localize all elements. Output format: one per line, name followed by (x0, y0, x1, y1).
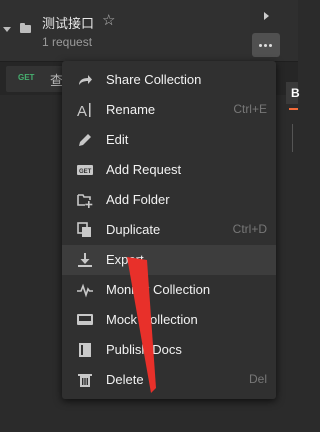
menu-item-export[interactable]: Export (62, 245, 276, 275)
menu-item-label: Monitor Collection (106, 282, 211, 297)
menu-item-label: Rename (106, 102, 156, 117)
menu-item-label: Add Request (106, 162, 182, 177)
trash-icon (76, 371, 94, 389)
menu-item-label: Duplicate (106, 222, 161, 237)
menu-item-label: Share Collection (106, 72, 202, 87)
panel-divider (292, 124, 293, 152)
duplicate-icon (76, 221, 94, 239)
collection-context-menu: Share Collection A Rename Ctrl+E Edit GE… (62, 61, 276, 399)
more-options-button[interactable] (252, 33, 280, 57)
menu-item-shortcut: Del (248, 372, 267, 386)
menu-item-publish-docs[interactable]: Publish Docs (62, 335, 276, 365)
docs-icon (76, 341, 94, 359)
menu-item-add-request[interactable]: GET Add Request (62, 155, 276, 185)
dot-icon (259, 44, 262, 47)
menu-item-monitor-collection[interactable]: Monitor Collection (62, 275, 276, 305)
svg-text:A: A (77, 103, 87, 119)
svg-text:GET: GET (79, 169, 92, 175)
rename-icon: A (76, 101, 94, 119)
caret-down-icon[interactable] (3, 27, 11, 32)
add-folder-icon (76, 191, 94, 209)
menu-item-shortcut: Ctrl+E (233, 102, 267, 116)
get-request-icon: GET (76, 161, 94, 179)
menu-item-shortcut: Ctrl+D (232, 222, 267, 236)
folder-icon (20, 23, 31, 33)
menu-item-label: Edit (106, 132, 129, 147)
menu-item-delete[interactable]: Delete Del (62, 365, 276, 395)
menu-item-duplicate[interactable]: Duplicate Ctrl+D (62, 215, 276, 245)
monitor-icon (76, 281, 94, 299)
menu-item-share-collection[interactable]: Share Collection (62, 65, 276, 95)
dot-icon (269, 44, 272, 47)
collection-request-count: 1 request (42, 35, 93, 49)
menu-item-edit[interactable]: Edit (62, 125, 276, 155)
side-tab-label: B (291, 86, 300, 100)
active-tab-underline (289, 108, 298, 110)
menu-item-mock-collection[interactable]: Mock Collection (62, 305, 276, 335)
menu-item-add-folder[interactable]: Add Folder (62, 185, 276, 215)
download-icon (76, 251, 94, 269)
menu-item-label: Delete (106, 372, 144, 387)
menu-item-label: Publish Docs (106, 342, 182, 357)
expand-arrow-icon[interactable] (258, 6, 274, 26)
star-icon[interactable]: ☆ (102, 11, 115, 29)
menu-item-label: Export (106, 252, 144, 267)
menu-item-label: Mock Collection (106, 312, 198, 327)
menu-item-label: Add Folder (106, 192, 170, 207)
method-badge: GET (18, 73, 35, 82)
share-icon (76, 71, 94, 89)
pencil-icon (76, 131, 94, 149)
dot-icon (264, 44, 267, 47)
collection-name[interactable]: 测试接口 (42, 13, 94, 32)
menu-item-rename[interactable]: A Rename Ctrl+E (62, 95, 276, 125)
mock-server-icon (76, 311, 94, 329)
